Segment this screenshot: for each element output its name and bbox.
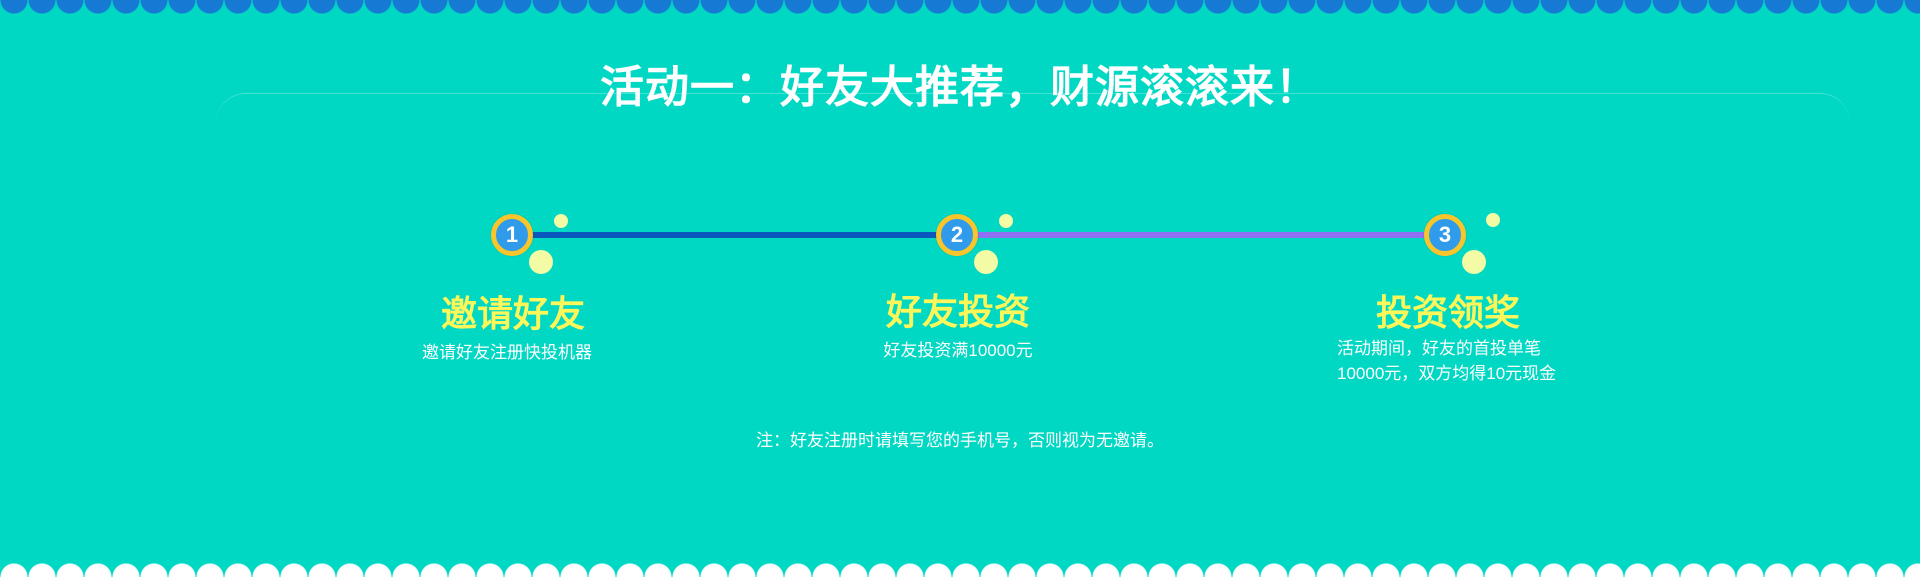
bottom-scallop-border bbox=[0, 562, 1920, 577]
decoration-dot bbox=[999, 214, 1013, 228]
activity-note: 注：好友注册时请填写您的手机号，否则视为无邀请。 bbox=[756, 431, 1164, 450]
step-1-description: 邀请好友注册快投机器 bbox=[422, 343, 592, 362]
step-3-title: 投资领奖 bbox=[1375, 292, 1520, 333]
step-2-number-badge: 2 bbox=[936, 214, 978, 256]
step-3-description: 活动期间，好友的首投单笔 10000元，双方均得10元现金 bbox=[1337, 336, 1637, 386]
top-scallop-border bbox=[0, 0, 1920, 14]
step-2-description: 好友投资满10000元 bbox=[883, 341, 1033, 360]
progress-line-1 bbox=[530, 232, 945, 238]
decoration-dot bbox=[974, 250, 998, 274]
step-3-number-badge: 3 bbox=[1424, 214, 1466, 256]
step-1-number-badge: 1 bbox=[491, 214, 533, 256]
activity-banner: 活动一：好友大推荐，财源滚滚来！ 1 邀请好友 邀请好友注册快投机器 2 好友投… bbox=[0, 0, 1920, 577]
decoration-dot bbox=[1486, 213, 1500, 227]
decoration-dot bbox=[554, 214, 568, 228]
activity-title: 活动一：好友大推荐，财源滚滚来！ bbox=[600, 63, 1320, 112]
step-3-description-line-2: 10000元，双方均得10元现金 bbox=[1337, 364, 1557, 383]
step-1-title: 邀请好友 bbox=[440, 293, 585, 334]
decoration-dot bbox=[529, 250, 553, 274]
decoration-dot bbox=[1462, 250, 1486, 274]
progress-line-2 bbox=[975, 232, 1432, 238]
step-2-title: 好友投资 bbox=[885, 291, 1030, 332]
step-3-description-line-1: 活动期间，好友的首投单笔 bbox=[1337, 339, 1541, 358]
